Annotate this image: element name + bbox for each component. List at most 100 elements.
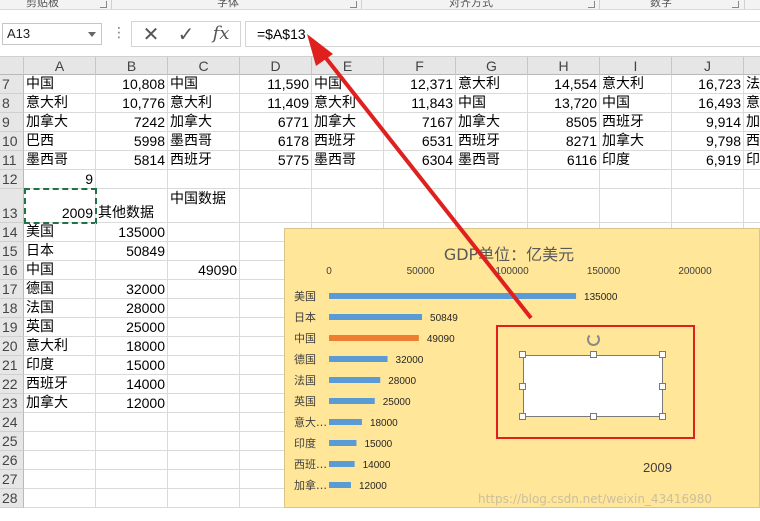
cell-b19[interactable]: 25000	[96, 318, 168, 337]
row-header-15[interactable]: 15	[0, 242, 24, 261]
cell-c13[interactable]: 中国数据	[168, 189, 240, 223]
cell-j12[interactable]	[672, 170, 744, 189]
cell-g9[interactable]: 加拿大	[456, 113, 528, 132]
cell-g13[interactable]	[456, 189, 528, 223]
cell-g12[interactable]	[456, 170, 528, 189]
cell-a20[interactable]: 意大利	[24, 337, 96, 356]
column-header-g[interactable]: G	[456, 57, 528, 75]
cell-a9[interactable]: 加拿大	[24, 113, 96, 132]
cell-e12[interactable]	[312, 170, 384, 189]
cell-f7[interactable]: 12,371	[384, 75, 456, 94]
clipboard-launcher-icon[interactable]	[100, 1, 107, 8]
cell-c17[interactable]	[168, 280, 240, 299]
cell-i11[interactable]: 印度	[600, 151, 672, 170]
cell-g7[interactable]: 意大利	[456, 75, 528, 94]
insert-function-button[interactable]: fx	[206, 23, 236, 45]
cell-e7[interactable]: 中国	[312, 75, 384, 94]
cell-d11[interactable]: 5775	[240, 151, 312, 170]
row-header-12[interactable]: 12	[0, 170, 24, 189]
cell-b7[interactable]: 10,808	[96, 75, 168, 94]
row-header-16[interactable]: 16	[0, 261, 24, 280]
cell-b26[interactable]	[96, 451, 168, 470]
cell-a7[interactable]: 中国	[24, 75, 96, 94]
cell-a18[interactable]: 法国	[24, 299, 96, 318]
cell-c12[interactable]	[168, 170, 240, 189]
cell-b10[interactable]: 5998	[96, 132, 168, 151]
cell-c19[interactable]	[168, 318, 240, 337]
cell-b22[interactable]: 14000	[96, 375, 168, 394]
cell-c27[interactable]	[168, 470, 240, 489]
column-header-i[interactable]: I	[600, 57, 672, 75]
cell-f11[interactable]: 6304	[384, 151, 456, 170]
cell-f13[interactable]	[384, 189, 456, 223]
cell-b20[interactable]: 18000	[96, 337, 168, 356]
cell-k9[interactable]: 加	[744, 113, 760, 132]
check-icon[interactable]: ✓	[171, 23, 201, 45]
row-header-8[interactable]: 8	[0, 94, 24, 113]
row-header-20[interactable]: 20	[0, 337, 24, 356]
cell-a13[interactable]: 2009	[24, 189, 96, 223]
column-header-f[interactable]: F	[384, 57, 456, 75]
row-header-14[interactable]: 14	[0, 223, 24, 242]
cell-c8[interactable]: 意大利	[168, 94, 240, 113]
linked-year-label[interactable]: 2009	[643, 460, 672, 475]
cell-j13[interactable]	[672, 189, 744, 223]
cell-j10[interactable]: 9,798	[672, 132, 744, 151]
cell-g11[interactable]: 墨西哥	[456, 151, 528, 170]
cell-h7[interactable]: 14,554	[528, 75, 600, 94]
cell-c14[interactable]	[168, 223, 240, 242]
cancel-icon[interactable]: ✕	[136, 23, 166, 45]
cell-h8[interactable]: 13,720	[528, 94, 600, 113]
cell-k8[interactable]: 意	[744, 94, 760, 113]
cell-b27[interactable]	[96, 470, 168, 489]
cell-h10[interactable]: 8271	[528, 132, 600, 151]
cell-b28[interactable]	[96, 489, 168, 508]
cell-k10[interactable]: 西	[744, 132, 760, 151]
cell-i10[interactable]: 加拿大	[600, 132, 672, 151]
cell-i8[interactable]: 中国	[600, 94, 672, 113]
cell-a26[interactable]	[24, 451, 96, 470]
cell-a21[interactable]: 印度	[24, 356, 96, 375]
cell-k13[interactable]	[744, 189, 760, 223]
cell-b14[interactable]: 135000	[96, 223, 168, 242]
row-header-11[interactable]: 11	[0, 151, 24, 170]
cell-e9[interactable]: 加拿大	[312, 113, 384, 132]
cell-g10[interactable]: 西班牙	[456, 132, 528, 151]
row-header-21[interactable]: 21	[0, 356, 24, 375]
column-header-k[interactable]	[744, 57, 760, 75]
cell-i12[interactable]	[600, 170, 672, 189]
bar-chart[interactable]: GDP单位：亿美元 0 50000 100000 150000 200000 美国 1350…	[284, 228, 760, 508]
cell-f12[interactable]	[384, 170, 456, 189]
row-header-7[interactable]: 7	[0, 75, 24, 94]
cell-j11[interactable]: 6,919	[672, 151, 744, 170]
cell-f9[interactable]: 7167	[384, 113, 456, 132]
cell-d8[interactable]: 11,409	[240, 94, 312, 113]
cell-k12[interactable]	[744, 170, 760, 189]
cell-h12[interactable]	[528, 170, 600, 189]
cell-b8[interactable]: 10,776	[96, 94, 168, 113]
cell-a27[interactable]	[24, 470, 96, 489]
cell-b13[interactable]: 其他数据	[96, 189, 168, 223]
cell-d12[interactable]	[240, 170, 312, 189]
name-box[interactable]: A13	[2, 23, 102, 45]
column-header-b[interactable]: B	[96, 57, 168, 75]
row-header-19[interactable]: 19	[0, 318, 24, 337]
column-header-j[interactable]: J	[672, 57, 744, 75]
cell-c16[interactable]: 49090	[168, 261, 240, 280]
row-header-18[interactable]: 18	[0, 299, 24, 318]
cell-e8[interactable]: 意大利	[312, 94, 384, 113]
cell-c21[interactable]	[168, 356, 240, 375]
cell-a22[interactable]: 西班牙	[24, 375, 96, 394]
formula-input[interactable]: =$A$13	[245, 21, 760, 47]
row-header-17[interactable]: 17	[0, 280, 24, 299]
cell-a28[interactable]	[24, 489, 96, 508]
cell-a8[interactable]: 意大利	[24, 94, 96, 113]
cell-i9[interactable]: 西班牙	[600, 113, 672, 132]
cell-c15[interactable]	[168, 242, 240, 261]
cell-c9[interactable]: 加拿大	[168, 113, 240, 132]
alignment-launcher-icon[interactable]	[588, 1, 595, 8]
cell-h11[interactable]: 6116	[528, 151, 600, 170]
column-header-h[interactable]: H	[528, 57, 600, 75]
row-header-27[interactable]: 27	[0, 470, 24, 489]
cell-k7[interactable]: 法	[744, 75, 760, 94]
